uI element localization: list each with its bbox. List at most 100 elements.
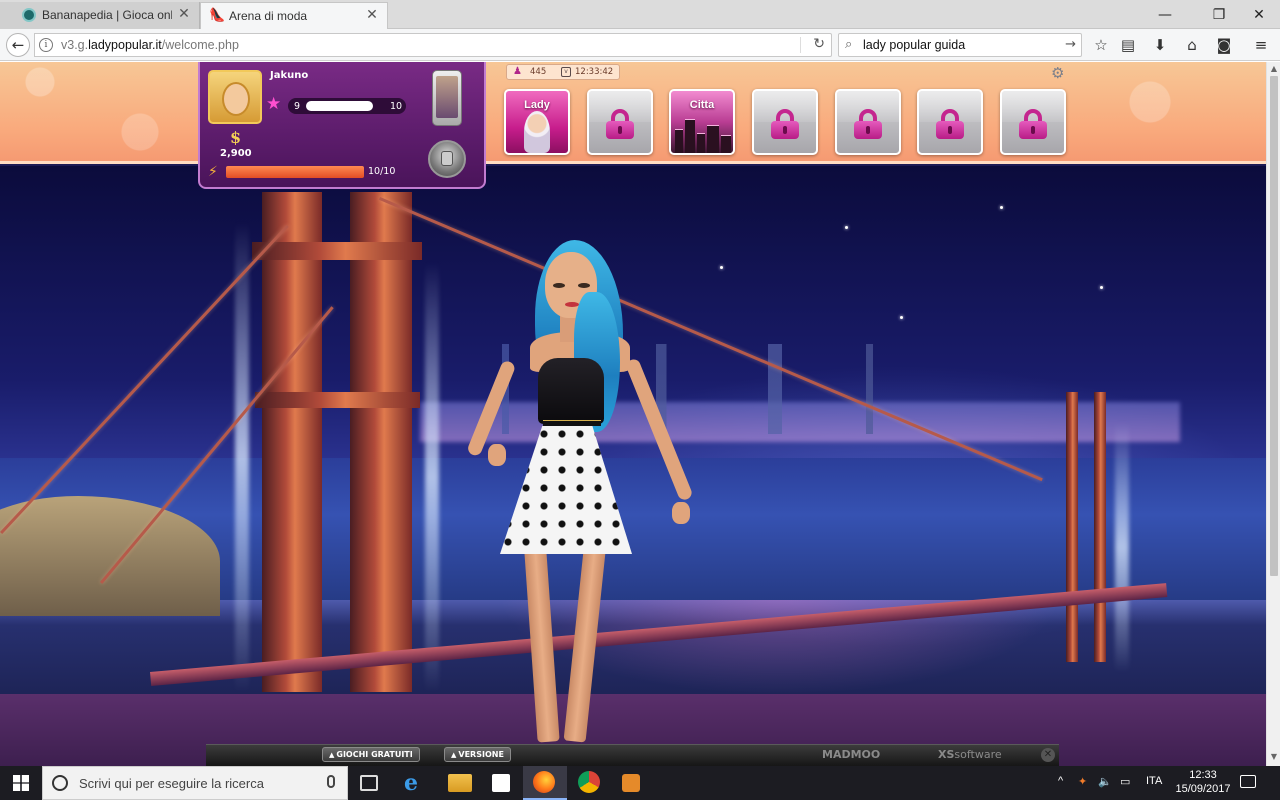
site-info-icon[interactable]: i <box>39 38 53 52</box>
settings-gear-icon[interactable]: ⚙ <box>1051 64 1064 82</box>
padlock-icon <box>854 109 882 139</box>
notifications-icon[interactable] <box>1240 775 1256 788</box>
game-footer-bar: ▲ GIOCHI GRATUITI ▲ VERSIONE MADMOO XSsoft… <box>206 744 1059 766</box>
tile-locked[interactable] <box>587 89 653 155</box>
start-button[interactable] <box>0 766 42 800</box>
scroll-up-arrow-icon[interactable]: ▲ <box>1269 64 1279 74</box>
show-hidden-icons-caret-icon[interactable]: ^ <box>1058 775 1063 787</box>
cortana-circle-icon <box>52 775 68 791</box>
lock-icon <box>441 151 453 166</box>
hamburger-menu-icon[interactable]: ≡ <box>1250 34 1272 56</box>
padlock-icon <box>771 109 799 139</box>
search-input[interactable]: ⌕ lady popular guida → <box>838 33 1082 57</box>
divider <box>800 37 801 53</box>
free-games-button[interactable]: ▲ GIOCHI GRATUITI <box>322 747 420 762</box>
bookmark-star-icon[interactable]: ☆ <box>1090 34 1112 56</box>
firefox-taskbar-button[interactable] <box>523 766 567 800</box>
star-icon <box>900 316 903 319</box>
avatar[interactable] <box>208 70 262 124</box>
microphone-icon[interactable] <box>327 775 335 788</box>
timer-value: 12:33:42 <box>575 67 614 77</box>
version-button[interactable]: ▲ VERSIONE <box>444 747 511 762</box>
tab-arena-di-moda[interactable]: 👠 Arena di moda ✕ <box>200 2 388 29</box>
scroll-down-arrow-icon[interactable]: ▼ <box>1269 752 1279 762</box>
vertical-scrollbar[interactable]: ▲ ▼ <box>1266 62 1280 766</box>
pocket-icon[interactable]: ◙ <box>1213 34 1235 56</box>
address-bar[interactable]: i v3.g.ladypopular.it/welcome.php ↻ <box>34 33 832 57</box>
navigation-bar: ← i v3.g.ladypopular.it/welcome.php ↻ ⌕ … <box>0 29 1280 61</box>
reader-list-icon[interactable]: ▤ <box>1117 34 1139 56</box>
star-icon <box>1100 286 1103 289</box>
taskbar-search-box[interactable]: Scrivi qui per eseguire la ricerca <box>42 766 348 800</box>
star-icon <box>720 266 723 269</box>
language-indicator[interactable]: ITA <box>1146 775 1162 787</box>
scroll-thumb[interactable] <box>1270 76 1278 576</box>
padlock-icon <box>936 109 964 139</box>
light-beam <box>1115 422 1129 672</box>
edge-browser-icon[interactable]: e <box>404 771 428 795</box>
bananapedia-favicon-icon <box>22 8 36 22</box>
url-text: v3.g.ladypopular.it/welcome.php <box>61 38 239 52</box>
next-level: 10 <box>390 101 403 112</box>
lock-button[interactable] <box>428 140 466 178</box>
task-view-icon[interactable] <box>360 775 378 791</box>
tab-bananapedia[interactable]: Bananapedia | Gioca online e ✕ <box>0 2 200 29</box>
tile-locked[interactable] <box>917 89 983 155</box>
close-tab-icon[interactable]: ✕ <box>177 7 191 21</box>
clock-icon: v <box>561 67 571 77</box>
home-icon[interactable]: ⌂ <box>1181 34 1203 56</box>
energy-fill <box>226 166 364 178</box>
far-tower-right <box>1094 392 1106 662</box>
dollar-icon: $ <box>230 128 242 147</box>
building <box>675 129 683 153</box>
volume-icon[interactable]: 🔈 <box>1098 775 1112 788</box>
tile-lady[interactable]: Lady <box>504 89 570 155</box>
tile-locked[interactable] <box>1000 89 1066 155</box>
level-progress-fill <box>306 101 373 111</box>
fans-person-icon: ♟ <box>513 66 522 77</box>
tile-citta[interactable]: Citta <box>669 89 735 155</box>
energy-bolt-icon: ⚡ <box>208 164 218 180</box>
tab-label: Bananapedia | Gioca online e <box>42 8 172 22</box>
energy-text: 10/10 <box>368 166 396 177</box>
minimize-icon[interactable]: — <box>1142 0 1188 29</box>
clock-time: 12:33 <box>1189 769 1217 781</box>
close-bar-icon[interactable]: ✕ <box>1041 748 1055 762</box>
chrome-icon[interactable] <box>578 771 600 793</box>
close-window-icon[interactable]: ✕ <box>1236 0 1280 29</box>
madmoo-logo[interactable]: MADMOO <box>822 748 880 761</box>
fox-tray-icon[interactable]: ✦ <box>1078 775 1087 788</box>
money-amount: 2,900 <box>220 148 252 159</box>
search-icon: ⌕ <box>845 37 853 52</box>
tile-locked[interactable] <box>835 89 901 155</box>
system-clock[interactable]: 12:33 15/09/2017 <box>1172 768 1234 796</box>
tile-locked[interactable] <box>752 89 818 155</box>
fans-count: 445 <box>530 67 547 77</box>
caret-up-icon: ▲ <box>329 751 335 759</box>
city-skyline <box>460 344 1160 434</box>
status-counters: ♟ 445 v 12:33:42 <box>506 64 620 80</box>
search-placeholder: Scrivi qui per eseguire la ricerca <box>79 776 264 791</box>
close-tab-icon[interactable]: ✕ <box>365 8 379 22</box>
search-go-arrow-icon[interactable]: → <box>1065 37 1076 52</box>
bridge-crossbeam <box>255 392 420 408</box>
star-icon <box>1000 206 1003 209</box>
tile-label: Citta <box>689 99 715 111</box>
bridge-tower-left <box>262 192 322 692</box>
reload-icon[interactable]: ↻ <box>813 36 825 52</box>
back-arrow-icon[interactable]: ← <box>6 33 30 57</box>
high-heel-favicon-icon: 👠 <box>209 8 226 23</box>
store-bag-icon[interactable] <box>492 774 510 792</box>
file-explorer-icon[interactable] <box>448 774 472 792</box>
xs-software-logo[interactable]: XSsoftware <box>938 748 1002 761</box>
building <box>685 119 695 153</box>
firefox-icon <box>533 771 555 793</box>
network-icon[interactable]: ▭ <box>1120 775 1130 788</box>
media-player-icon[interactable] <box>622 774 640 792</box>
page-viewport: Jakuno ★ 9 10 $ 2,900 ⚡ 10/10 ♟ 445 v 12… <box>0 62 1266 766</box>
phone-icon[interactable] <box>432 70 462 126</box>
far-tower-left <box>1066 392 1078 662</box>
search-value: lady popular guida <box>863 38 966 52</box>
download-arrow-icon[interactable]: ⬇ <box>1149 34 1171 56</box>
building <box>721 135 731 153</box>
